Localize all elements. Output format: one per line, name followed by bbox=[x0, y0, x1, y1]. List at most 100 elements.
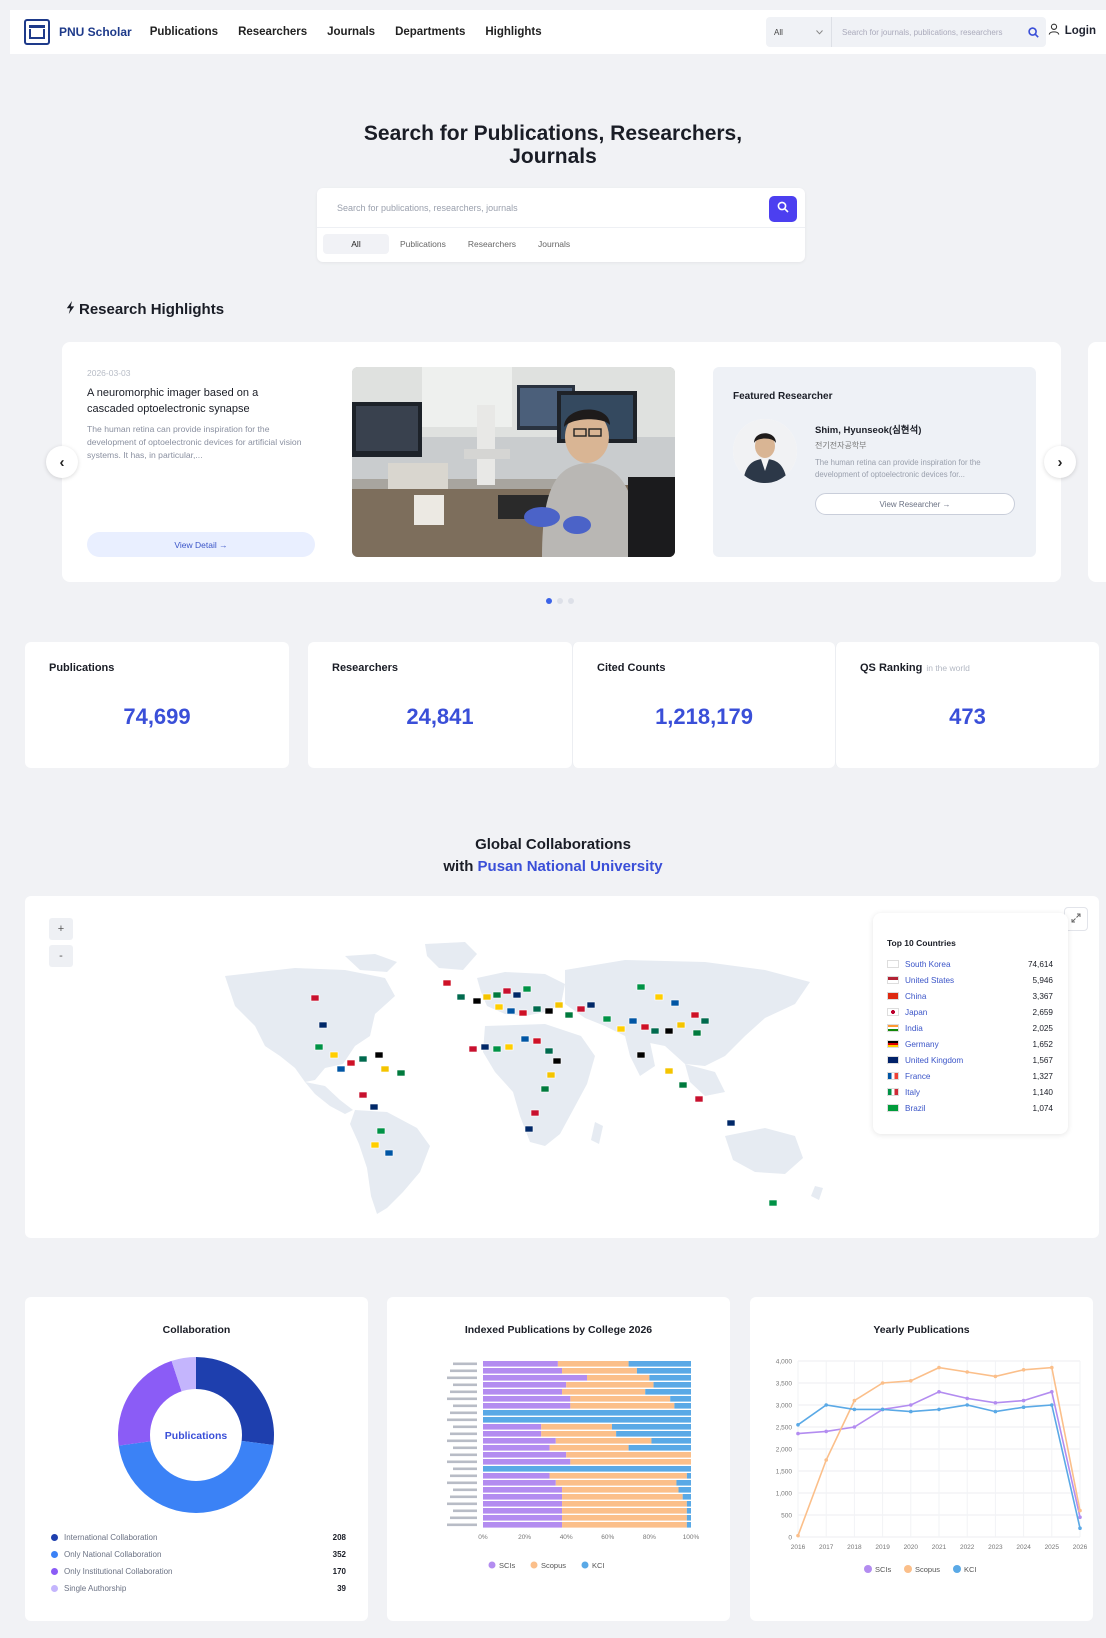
bar-segment[interactable] bbox=[686, 1522, 691, 1528]
data-point[interactable] bbox=[1078, 1508, 1082, 1513]
data-point[interactable] bbox=[937, 1390, 941, 1394]
country-flag-marker[interactable] bbox=[554, 1001, 564, 1009]
bar-segment[interactable] bbox=[483, 1403, 571, 1409]
hero-search-input[interactable]: Search for publications, researchers, jo… bbox=[317, 188, 805, 228]
bar-segment[interactable] bbox=[483, 1375, 587, 1381]
bar-segment[interactable] bbox=[483, 1361, 558, 1367]
country-flag-marker[interactable] bbox=[492, 991, 502, 999]
bar-segment[interactable] bbox=[651, 1438, 691, 1444]
tab-researchers[interactable]: Researchers bbox=[457, 234, 527, 254]
country-flag-marker[interactable] bbox=[310, 994, 320, 1002]
brand-name[interactable]: PNU Scholar bbox=[59, 25, 132, 39]
data-point[interactable] bbox=[1050, 1390, 1054, 1394]
data-point[interactable] bbox=[852, 1407, 857, 1412]
country-flag-marker[interactable] bbox=[586, 1001, 596, 1009]
data-point[interactable] bbox=[909, 1403, 913, 1407]
nav-researchers[interactable]: Researchers bbox=[238, 26, 307, 38]
country-flag-marker[interactable] bbox=[318, 1021, 328, 1029]
bar-segment[interactable] bbox=[686, 1508, 691, 1514]
view-detail-button[interactable]: View Detail → bbox=[87, 532, 315, 557]
country-flag-marker[interactable] bbox=[512, 991, 522, 999]
carousel-prev-button[interactable]: ‹ bbox=[46, 446, 78, 478]
bar-segment[interactable] bbox=[562, 1389, 646, 1395]
bar-segment[interactable] bbox=[562, 1515, 687, 1521]
tab-publications[interactable]: Publications bbox=[389, 234, 457, 254]
bar-segment[interactable] bbox=[483, 1494, 563, 1500]
data-point[interactable] bbox=[909, 1409, 913, 1414]
bar-segment[interactable] bbox=[483, 1480, 556, 1486]
bar-segment[interactable] bbox=[483, 1417, 691, 1423]
data-point[interactable] bbox=[1050, 1365, 1054, 1370]
country-flag-marker[interactable] bbox=[314, 1043, 324, 1051]
country-flag-marker[interactable] bbox=[694, 1095, 704, 1103]
bar-segment[interactable] bbox=[653, 1382, 691, 1388]
bar-segment[interactable] bbox=[483, 1431, 542, 1437]
bar-segment[interactable] bbox=[483, 1389, 563, 1395]
country-flag-marker[interactable] bbox=[482, 993, 492, 1001]
bar-segment[interactable] bbox=[570, 1459, 691, 1465]
legend-label[interactable]: SCIs bbox=[875, 1565, 892, 1574]
bar-segment[interactable] bbox=[483, 1368, 563, 1374]
login-button[interactable]: Login bbox=[1048, 23, 1096, 38]
bar-segment[interactable] bbox=[587, 1375, 650, 1381]
data-point[interactable] bbox=[965, 1396, 969, 1401]
bar-segment[interactable] bbox=[686, 1515, 691, 1521]
data-point[interactable] bbox=[937, 1365, 941, 1370]
country-flag-marker[interactable] bbox=[636, 983, 646, 991]
country-flag-marker[interactable] bbox=[480, 1043, 490, 1051]
country-row[interactable]: Brazil 1,074 bbox=[887, 1101, 1053, 1115]
country-flag-marker[interactable] bbox=[576, 1005, 586, 1013]
data-point[interactable] bbox=[880, 1407, 885, 1412]
data-point[interactable] bbox=[824, 1458, 828, 1462]
country-row[interactable]: United States 5,946 bbox=[887, 973, 1053, 987]
bar-segment[interactable] bbox=[686, 1473, 691, 1479]
data-point[interactable] bbox=[993, 1374, 998, 1379]
country-flag-marker[interactable] bbox=[628, 1017, 638, 1025]
data-point[interactable] bbox=[824, 1429, 828, 1434]
bar-segment[interactable] bbox=[570, 1396, 671, 1402]
country-flag-marker[interactable] bbox=[370, 1141, 380, 1149]
data-point[interactable] bbox=[824, 1403, 828, 1407]
bar-segment[interactable] bbox=[562, 1494, 683, 1500]
highlight-headline[interactable]: A neuromorphic imager based on a cascade… bbox=[87, 385, 287, 417]
zoom-in-button[interactable]: + bbox=[49, 918, 73, 940]
country-flag-marker[interactable] bbox=[396, 1069, 406, 1077]
data-point[interactable] bbox=[965, 1403, 969, 1407]
bar-segment[interactable] bbox=[483, 1438, 556, 1444]
country-flag-marker[interactable] bbox=[664, 1067, 674, 1075]
country-flag-marker[interactable] bbox=[552, 1057, 562, 1065]
country-flag-marker[interactable] bbox=[546, 1071, 556, 1079]
bar-segment[interactable] bbox=[562, 1508, 687, 1514]
bar-segment[interactable] bbox=[483, 1382, 567, 1388]
country-flag-marker[interactable] bbox=[532, 1005, 542, 1013]
country-flag-marker[interactable] bbox=[768, 1199, 778, 1207]
bar-segment[interactable] bbox=[649, 1375, 691, 1381]
search-scope-select[interactable]: All bbox=[766, 17, 832, 47]
bar-segment[interactable] bbox=[541, 1424, 612, 1430]
country-flag-marker[interactable] bbox=[442, 979, 452, 987]
bar-segment[interactable] bbox=[570, 1403, 675, 1409]
bar-segment[interactable] bbox=[483, 1501, 563, 1507]
country-flag-marker[interactable] bbox=[540, 1085, 550, 1093]
bar-segment[interactable] bbox=[611, 1424, 691, 1430]
country-flag-marker[interactable] bbox=[494, 1003, 504, 1011]
zoom-out-button[interactable]: - bbox=[49, 945, 73, 967]
bar-segment[interactable] bbox=[549, 1473, 687, 1479]
bar-segment[interactable] bbox=[670, 1396, 691, 1402]
legend-label[interactable]: KCI bbox=[964, 1565, 977, 1574]
bar-segment[interactable] bbox=[636, 1368, 691, 1374]
data-point[interactable] bbox=[796, 1423, 800, 1427]
bar-segment[interactable] bbox=[483, 1424, 542, 1430]
bar-segment[interactable] bbox=[566, 1382, 654, 1388]
bar-segment[interactable] bbox=[541, 1431, 617, 1437]
country-flag-marker[interactable] bbox=[564, 1011, 574, 1019]
bar-segment[interactable] bbox=[562, 1368, 637, 1374]
data-point[interactable] bbox=[880, 1381, 885, 1385]
researcher-avatar[interactable] bbox=[733, 419, 797, 483]
data-point[interactable] bbox=[937, 1407, 941, 1412]
bar-segment[interactable] bbox=[483, 1473, 550, 1479]
country-flag-marker[interactable] bbox=[346, 1059, 356, 1067]
data-point[interactable] bbox=[1021, 1368, 1026, 1372]
country-row[interactable]: Italy 1,140 bbox=[887, 1085, 1053, 1099]
data-point[interactable] bbox=[852, 1398, 857, 1403]
